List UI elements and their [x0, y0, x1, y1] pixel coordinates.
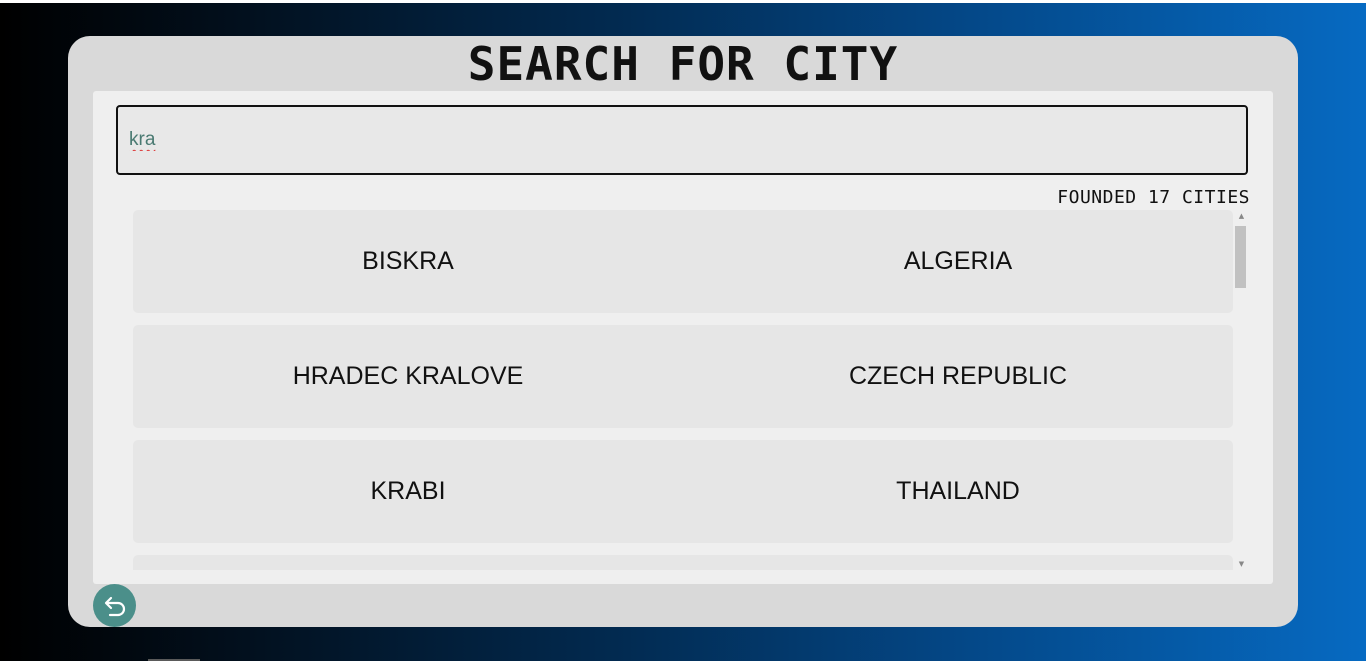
- country-name: THAILAND: [896, 477, 1020, 505]
- search-panel: FOUNDED 17 CITIES BISKRA ALGERIA HRADEC …: [93, 91, 1273, 584]
- city-name: [133, 555, 683, 570]
- results-list[interactable]: BISKRA ALGERIA HRADEC KRALOVE CZECH REPU…: [133, 210, 1249, 570]
- city-name: BISKRA: [362, 247, 454, 275]
- page-title: SEARCH FOR CITY: [467, 37, 899, 91]
- results-count: FOUNDED 17 CITIES: [1057, 187, 1250, 208]
- triangle-up-icon[interactable]: ▲: [1234, 210, 1249, 222]
- country-name: [683, 555, 1233, 570]
- triangle-down-icon[interactable]: ▼: [1234, 558, 1249, 570]
- list-item[interactable]: KRABI THAILAND: [133, 440, 1233, 543]
- back-arrow-icon: [104, 596, 125, 616]
- search-card: SEARCH FOR CITY FOUNDED 17 CITIES BISKRA…: [68, 36, 1298, 627]
- scrollbar-thumb[interactable]: [1235, 226, 1246, 288]
- country-name: CZECH REPUBLIC: [848, 362, 1068, 390]
- country-name: ALGERIA: [903, 247, 1013, 275]
- back-button[interactable]: [93, 584, 136, 627]
- search-input[interactable]: [116, 105, 1248, 175]
- list-item[interactable]: HRADEC KRALOVE CZECH REPUBLIC: [133, 325, 1233, 428]
- list-item[interactable]: [133, 555, 1233, 570]
- city-name: KRABI: [370, 477, 446, 505]
- list-item[interactable]: BISKRA ALGERIA: [133, 210, 1233, 313]
- city-name: HRADEC KRALOVE: [292, 362, 524, 390]
- list-scrollbar[interactable]: ▲ ▼: [1234, 210, 1249, 570]
- top-edge-strip: [0, 0, 1366, 3]
